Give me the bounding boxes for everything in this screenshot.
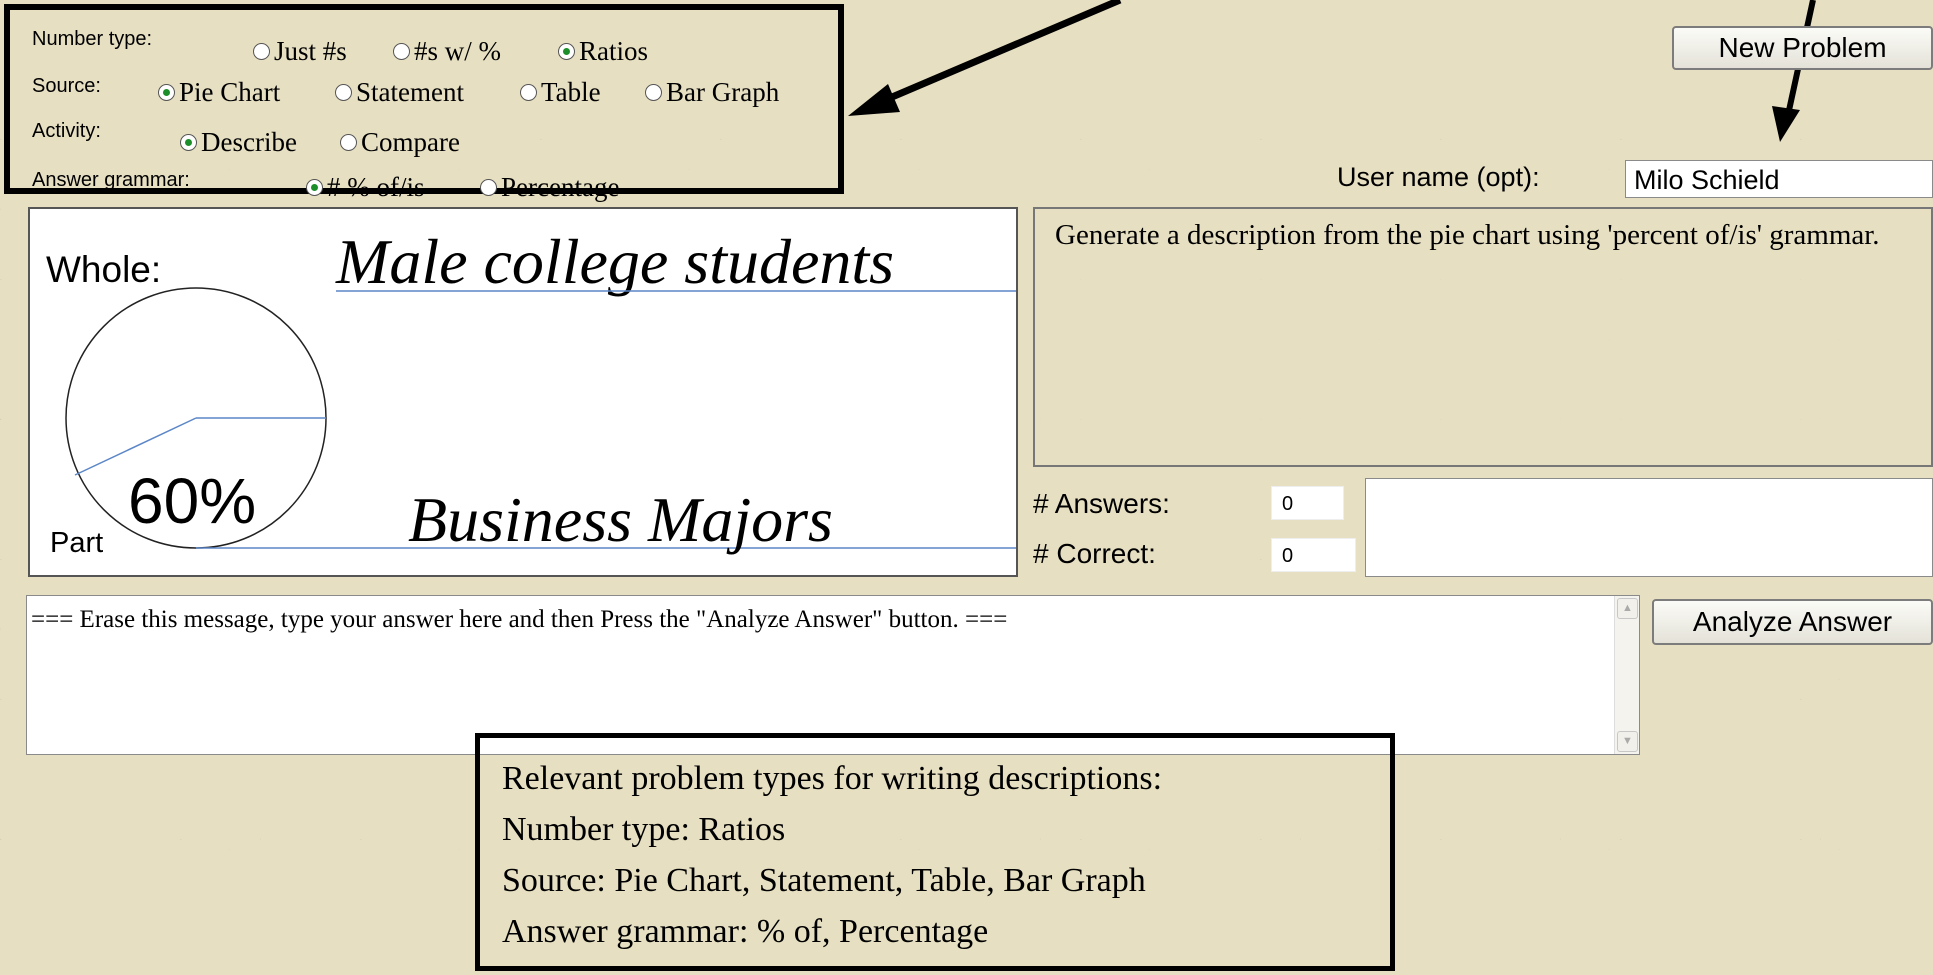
radio-just-numbers[interactable]: Just #s (253, 36, 347, 67)
part-label: Part (50, 527, 104, 559)
radio-dot (335, 84, 352, 101)
answers-count: 0 (1271, 486, 1344, 520)
radio-ratios[interactable]: Ratios (558, 36, 648, 67)
correct-label: # Correct: (1033, 538, 1156, 569)
answer-grammar-label: Answer grammar: (32, 169, 190, 191)
radio-table[interactable]: Table (520, 77, 601, 108)
user-name-value: Milo Schield (1634, 165, 1780, 195)
callout-line-1: Relevant problem types for writing descr… (502, 760, 1163, 797)
radio-numbers-with-percent[interactable]: #s w/ % (393, 36, 501, 67)
pie-chart-panel: Whole: Male college students 60% Part Bu… (28, 207, 1018, 577)
number-type-label: Number type: (32, 28, 153, 50)
radio-dot-selected (180, 134, 197, 151)
radio-percent-of-is[interactable]: # % of/is (306, 172, 425, 203)
radio-dot (520, 84, 537, 101)
radio-dot-selected (558, 43, 575, 60)
pie-percent: 60% (128, 465, 257, 537)
instructions-text: Generate a description from the pie char… (1055, 219, 1880, 251)
scroll-up-arrow-icon[interactable]: ▲ (1617, 598, 1638, 619)
instructions-box: Generate a description from the pie char… (1033, 207, 1933, 467)
answer-textarea[interactable]: === Erase this message, type your answer… (26, 595, 1640, 755)
radio-bar-graph[interactable]: Bar Graph (645, 77, 779, 108)
radio-dot-selected (158, 84, 175, 101)
callout-line-3: Source: Pie Chart, Statement, Table, Bar… (502, 862, 1146, 899)
options-panel: Number type: Just #s #s w/ % Ratios Sour… (4, 4, 844, 202)
radio-pie-chart[interactable]: Pie Chart (158, 77, 280, 108)
radio-dot (645, 84, 662, 101)
radio-statement[interactable]: Statement (335, 77, 464, 108)
arrow-head-options (848, 84, 900, 116)
scroll-down-arrow-icon[interactable]: ▼ (1617, 731, 1638, 752)
user-name-label: User name (opt): (1337, 162, 1540, 192)
radio-dot (253, 43, 270, 60)
answer-scrollbar[interactable]: ▲ ▼ (1614, 596, 1639, 754)
source-label: Source: (32, 75, 101, 97)
radio-compare[interactable]: Compare (340, 127, 460, 158)
radio-dot (480, 179, 497, 196)
part-value: Business Majors (408, 484, 833, 555)
radio-dot (340, 134, 357, 151)
callout-box: Relevant problem types for writing descr… (475, 733, 1395, 971)
radio-percentage[interactable]: Percentage (480, 172, 619, 203)
radio-dot-selected (306, 179, 323, 196)
callout-line-4: Answer grammar: % of, Percentage (502, 913, 989, 950)
radio-describe[interactable]: Describe (180, 127, 297, 158)
callout-line-2: Number type: Ratios (502, 811, 786, 848)
user-name-input[interactable]: Milo Schield (1625, 160, 1933, 198)
arrow-to-options (883, 0, 1122, 104)
new-problem-button[interactable]: New Problem (1672, 26, 1933, 70)
correct-count: 0 (1271, 538, 1356, 572)
answer-text: === Erase this message, type your answer… (31, 606, 1008, 633)
activity-label: Activity: (32, 120, 101, 142)
analyze-answer-button[interactable]: Analyze Answer (1652, 599, 1933, 645)
radio-dot (393, 43, 410, 60)
feedback-textarea[interactable] (1365, 478, 1933, 577)
answers-label: # Answers: (1033, 488, 1170, 519)
arrow-head-username (1772, 106, 1800, 142)
